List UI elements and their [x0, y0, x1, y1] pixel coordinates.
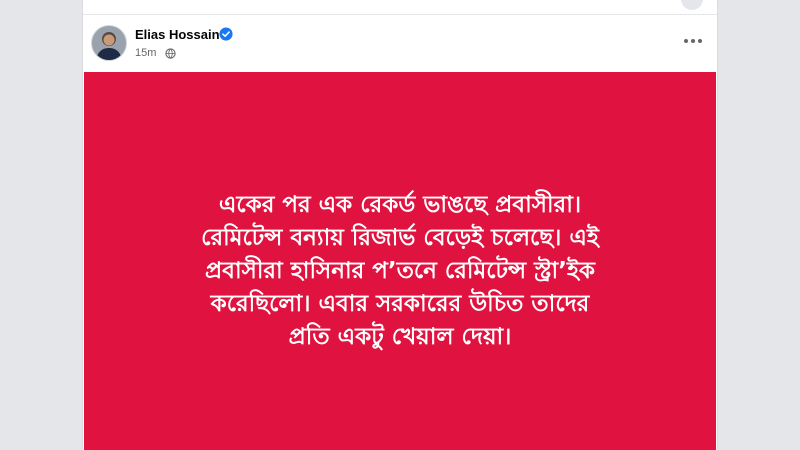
- globe-icon[interactable]: [165, 48, 176, 59]
- post-text-line: করেছিলো। এবার সরকারের উচিত তাদের: [210, 290, 590, 317]
- more-options-button[interactable]: [681, 31, 705, 51]
- more-options-dot: [698, 39, 702, 43]
- post-content[interactable]: একের পর এক রেকর্ড ভাঙছে প্রবাসীরা। রেমিট…: [84, 72, 716, 450]
- post-text-line: প্রতি একটু খেয়াল দেয়া।: [288, 323, 512, 350]
- post-text: একের পর এক রেকর্ড ভাঙছে প্রবাসীরা। রেমিট…: [120, 189, 680, 354]
- more-options-dot: [691, 39, 695, 43]
- previous-post-edge: [83, 0, 717, 15]
- post-header: Elias Hossain 15m: [83, 15, 717, 72]
- avatar[interactable]: [91, 25, 127, 61]
- post-text-line: রেমিটেন্স বন্যায় রিজার্ভ বেড়েই চলেছে। …: [201, 224, 599, 251]
- author-name[interactable]: Elias Hossain: [135, 27, 220, 42]
- post-text-line: প্রবাসীরা হাসিনার প’তনে রেমিটেন্স স্ট্রা…: [204, 257, 596, 284]
- close-icon[interactable]: [681, 0, 703, 10]
- more-options-icon: [684, 39, 688, 43]
- verified-badge-icon: [219, 27, 233, 41]
- post-text-line: একের পর এক রেকর্ড ভাঙছে প্রবাসীরা।: [218, 191, 582, 218]
- post-card: Elias Hossain 15m একের পর এক রেকর্ড ভাঙছ…: [82, 0, 718, 450]
- post-timestamp[interactable]: 15m: [135, 47, 156, 59]
